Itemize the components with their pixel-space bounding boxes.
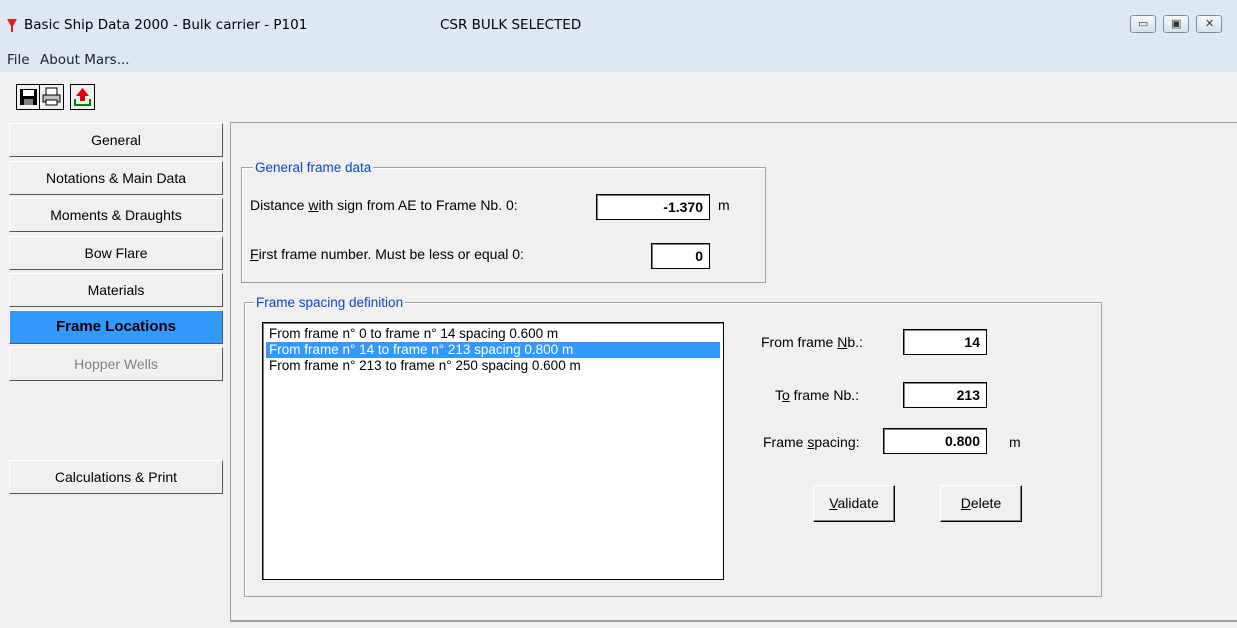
menu-bar: File About Mars...	[0, 50, 1237, 72]
export-icon	[74, 88, 91, 106]
frame-spacing-label: Frame spacing:	[763, 434, 860, 450]
save-icon	[20, 89, 37, 105]
distance-label: Distance with sign from AE to Frame Nb. …	[250, 197, 518, 213]
save-button[interactable]	[16, 84, 41, 110]
close-icon: ✕	[1205, 18, 1215, 30]
content-border-bottom	[230, 620, 1237, 622]
app-logo-stem	[11, 26, 13, 32]
validate-button[interactable]: Validate	[813, 485, 895, 522]
menu-file[interactable]: File	[7, 52, 30, 68]
nav-general-button[interactable]: General	[9, 123, 223, 157]
maximize-button[interactable]: ▣	[1163, 15, 1189, 33]
window-title: Basic Ship Data 2000 - Bulk carrier - P1…	[24, 17, 308, 33]
frame-spacing-group-title: Frame spacing definition	[254, 295, 406, 310]
content-border	[230, 122, 1237, 123]
distance-field[interactable]: -1.370	[596, 194, 710, 220]
print-button[interactable]	[39, 84, 64, 110]
nav-calc-print-button[interactable]: Calculations & Print	[9, 460, 223, 494]
delete-button[interactable]: Delete	[940, 485, 1022, 522]
minimize-icon: ▭	[1138, 18, 1149, 30]
print-icon	[42, 87, 61, 106]
general-frame-group-title: General frame data	[253, 160, 374, 175]
from-frame-field[interactable]: 14	[903, 329, 987, 355]
list-item[interactable]: From frame n° 14 to frame n° 213 spacing…	[266, 342, 720, 358]
toolbar	[0, 72, 1237, 118]
window-title-status: CSR BULK SELECTED	[440, 17, 582, 33]
nav-hopper-wells-button[interactable]: Hopper Wells	[9, 347, 223, 381]
frame-spacing-field[interactable]: 0.800	[883, 428, 987, 454]
to-frame-label: To frame Nb.:	[775, 387, 860, 403]
nav-bowflare-button[interactable]: Bow Flare	[9, 236, 223, 270]
export-button[interactable]	[70, 84, 95, 110]
first-frame-label: First frame number. Must be less or equa…	[250, 246, 524, 262]
list-item[interactable]: From frame n° 213 to frame n° 250 spacin…	[266, 358, 720, 374]
list-item[interactable]: From frame n° 0 to frame n° 14 spacing 0…	[266, 326, 720, 342]
frame-spacing-list[interactable]: From frame n° 0 to frame n° 14 spacing 0…	[262, 322, 724, 580]
to-frame-field[interactable]: 213	[903, 382, 987, 408]
content-border-left	[230, 122, 231, 622]
close-button[interactable]: ✕	[1196, 15, 1222, 33]
nav-moments-button[interactable]: Moments & Draughts	[9, 198, 223, 232]
nav-notations-button[interactable]: Notations & Main Data	[9, 161, 223, 195]
menu-about[interactable]: About Mars...	[40, 52, 130, 68]
maximize-icon: ▣	[1171, 18, 1182, 30]
distance-unit: m	[718, 197, 730, 213]
frame-spacing-unit: m	[1009, 434, 1021, 450]
nav-materials-button[interactable]: Materials	[9, 273, 223, 307]
minimize-button[interactable]: ▭	[1130, 15, 1156, 33]
nav-frame-locations-button[interactable]: Frame Locations	[9, 310, 223, 344]
first-frame-field[interactable]: 0	[651, 243, 710, 269]
title-bar: Basic Ship Data 2000 - Bulk carrier - P1…	[0, 0, 1237, 50]
from-frame-label: From frame Nb.:	[761, 334, 863, 350]
